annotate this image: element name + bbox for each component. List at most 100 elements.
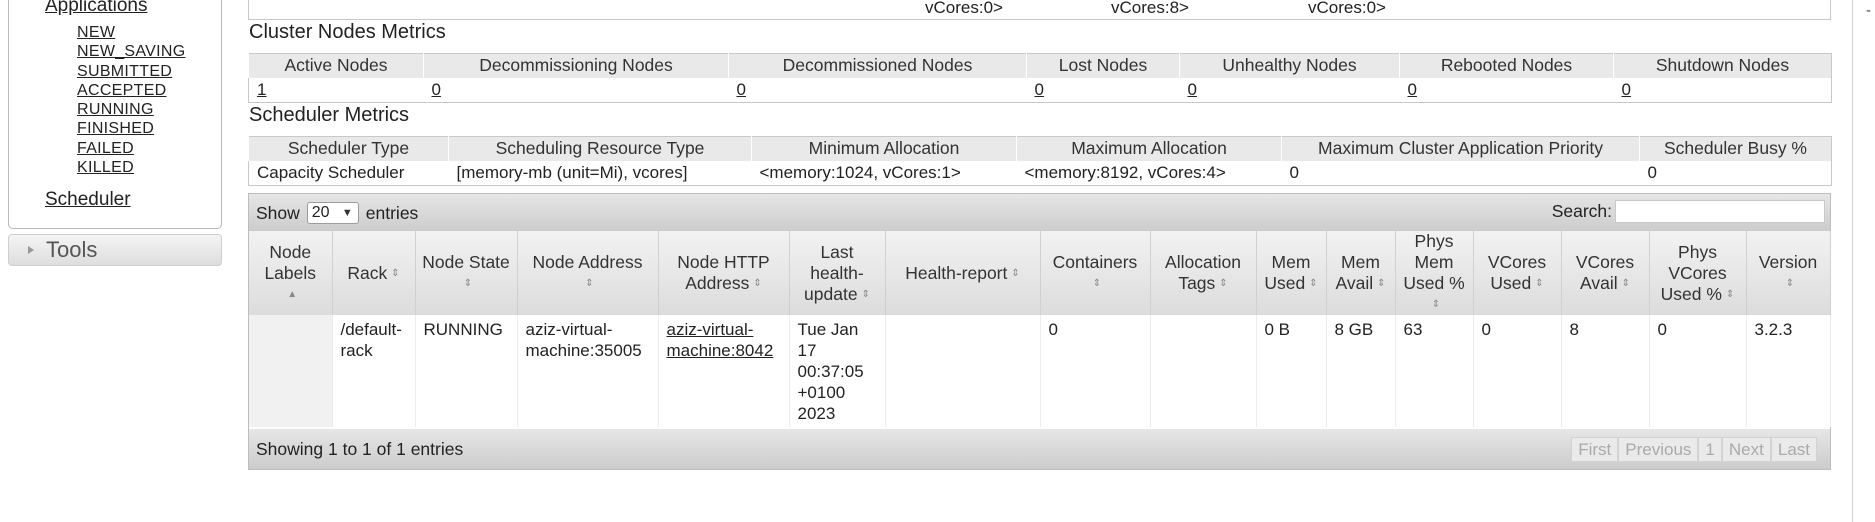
header-label: Last health-update xyxy=(804,241,864,304)
column-header-node-labels[interactable]: Node Labels ▲ xyxy=(249,231,333,315)
rebooted-nodes-link[interactable]: 0 xyxy=(1408,80,1417,99)
shutdown-nodes-link[interactable]: 0 xyxy=(1622,80,1631,99)
sort-icon: ⇕ xyxy=(1621,278,1630,290)
search-label: Search: xyxy=(1551,201,1612,221)
column-header-containers[interactable]: Containers ⇕ xyxy=(1040,231,1151,315)
header-label: Node Labels xyxy=(264,241,317,283)
nodes-table: Node Labels ▲ Rack ⇕ Node State⇕ Node Addr… xyxy=(249,231,1831,427)
column-header: Scheduling Resource Type xyxy=(448,136,752,161)
search-control: Search: xyxy=(1552,200,1825,223)
table-row: 1 0 0 0 0 0 0 xyxy=(248,77,1832,103)
column-header: Lost Nodes xyxy=(1026,53,1180,78)
header-label: Phys VCores Used % xyxy=(1660,241,1727,304)
chevron-down-icon: ▼ xyxy=(341,207,353,219)
column-header: Rebooted Nodes xyxy=(1399,53,1614,78)
sort-icon: ⇕ xyxy=(1725,288,1735,300)
sort-icon: ⇕ xyxy=(463,278,473,290)
pagination-page-button[interactable]: 1 xyxy=(1698,437,1722,462)
table-header-row: Active Nodes Decommissioning Nodes Decom… xyxy=(248,53,1832,78)
column-header-version[interactable]: Version ⇕ xyxy=(1746,231,1831,315)
table-cell: 0 xyxy=(1179,77,1400,103)
header-label: Allocation Tags xyxy=(1165,252,1241,293)
table-cell: 0 xyxy=(1026,77,1180,103)
header-label: Mem Used xyxy=(1264,252,1311,293)
column-header-vcores-avail[interactable]: VCores Avail ⇕ xyxy=(1561,231,1650,315)
table-row: /default-rack RUNNING aziz-virtual-machi… xyxy=(249,315,1831,427)
cell-node-address: aziz-virtual-machine:35005 xyxy=(517,315,659,427)
node-http-address-link[interactable]: aziz-virtual-machine:8042 xyxy=(667,320,774,360)
column-header-mem-used[interactable]: Mem Used ⇕ xyxy=(1256,231,1327,315)
datatable-footer: Showing 1 to 1 of 1 entries First Previo… xyxy=(249,429,1830,469)
entries-label: entries xyxy=(365,202,419,223)
column-header-allocation-tags[interactable]: Allocation Tags ⇕ xyxy=(1150,231,1257,315)
pagination-previous-button[interactable]: Previous xyxy=(1618,437,1699,462)
tools-section-toggle[interactable]: Tools xyxy=(8,234,222,266)
cell-rack: /default-rack xyxy=(332,315,416,427)
app-state-new-saving-link[interactable]: NEW_SAVING xyxy=(77,43,186,60)
cell-phys-mem-used-pct: 63 xyxy=(1395,315,1474,427)
column-header-last-health-update[interactable]: Last health-update ⇕ xyxy=(789,231,886,315)
app-state-item: FAILED xyxy=(77,139,186,158)
app-state-item: RUNNING xyxy=(77,100,186,119)
app-state-killed-link[interactable]: KILLED xyxy=(77,159,134,176)
vcores-value: vCores:0> xyxy=(1308,0,1386,17)
column-header-phys-vcores-used-pct[interactable]: Phys VCores Used % ⇕ xyxy=(1649,231,1747,315)
scheduler-metrics-table: Scheduler Type Scheduling Resource Type … xyxy=(248,136,1832,186)
vcores-value: vCores:8> xyxy=(1111,0,1189,17)
app-state-running-link[interactable]: RUNNING xyxy=(77,101,154,118)
vcores-value: vCores:0> xyxy=(925,0,1003,17)
column-header: Decommissioning Nodes xyxy=(423,53,729,78)
tools-label: Tools xyxy=(46,237,98,262)
column-header-vcores-used[interactable]: VCores Used ⇕ xyxy=(1473,231,1562,315)
nav-applications-link[interactable]: Applications xyxy=(45,0,147,17)
column-header-node-address[interactable]: Node Address ⇕ xyxy=(517,231,659,315)
cluster-nodes-metrics-title: Cluster Nodes Metrics xyxy=(249,21,446,43)
column-header: Unhealthy Nodes xyxy=(1179,53,1400,78)
column-header-node-http-address[interactable]: Node HTTP Address ⇕ xyxy=(658,231,790,315)
table-header-row: Node Labels ▲ Rack ⇕ Node State⇕ Node Addr… xyxy=(249,231,1831,315)
pagination-last-button[interactable]: Last xyxy=(1770,437,1817,462)
app-state-failed-link[interactable]: FAILED xyxy=(77,140,134,157)
search-input[interactable] xyxy=(1615,200,1825,223)
column-header: Active Nodes xyxy=(248,53,424,78)
nav-scheduler-link[interactable]: Scheduler xyxy=(45,189,131,211)
cell-node-http-address: aziz-virtual-machine:8042 xyxy=(658,315,790,427)
app-state-accepted-link[interactable]: ACCEPTED xyxy=(77,82,167,99)
sort-icon: ⇕ xyxy=(585,278,594,290)
edge-mark: - xyxy=(1866,2,1871,19)
app-state-finished-link[interactable]: FINISHED xyxy=(77,120,154,137)
app-state-new-link[interactable]: NEW xyxy=(77,24,115,41)
decommissioned-nodes-link[interactable]: 0 xyxy=(737,80,746,99)
pagination-first-button[interactable]: First xyxy=(1571,437,1619,462)
column-header-node-state[interactable]: Node State ⇕ xyxy=(415,231,518,315)
active-nodes-link[interactable]: 1 xyxy=(257,80,266,99)
column-header-rack[interactable]: Rack ⇕ xyxy=(332,231,416,315)
cell-version: 3.2.3 xyxy=(1746,315,1831,427)
table-cell: 0 xyxy=(1281,160,1640,186)
window-divider xyxy=(1852,0,1853,522)
column-header: Maximum Cluster Application Priority xyxy=(1281,136,1640,161)
column-header: Shutdown Nodes xyxy=(1613,53,1832,78)
column-header: Minimum Allocation xyxy=(751,136,1017,161)
decommissioning-nodes-link[interactable]: 0 xyxy=(432,80,441,99)
app-state-submitted-link[interactable]: SUBMITTED xyxy=(77,63,172,80)
entries-per-page-select[interactable]: 20 ▼ xyxy=(306,202,359,224)
header-label: Health-report xyxy=(905,262,1008,283)
column-header-phys-mem-used-pct[interactable]: Phys Mem Used % ⇕ xyxy=(1395,231,1474,315)
pagination-next-button[interactable]: Next xyxy=(1721,437,1771,462)
cluster-nodes-metrics-table: Active Nodes Decommissioning Nodes Decom… xyxy=(248,53,1832,103)
app-state-item: KILLED xyxy=(77,158,186,177)
cell-health-report xyxy=(885,315,1041,427)
lost-nodes-link[interactable]: 0 xyxy=(1035,80,1044,99)
column-header-health-report[interactable]: Health-report ⇕ xyxy=(885,231,1041,315)
app-state-list: NEW NEW_SAVING SUBMITTED ACCEPTED RUNNIN… xyxy=(77,23,186,177)
unhealthy-nodes-link[interactable]: 0 xyxy=(1188,80,1197,99)
app-state-item: FINISHED xyxy=(77,119,186,138)
app-state-item: ACCEPTED xyxy=(77,81,186,100)
column-header-mem-avail[interactable]: Mem Avail ⇕ xyxy=(1326,231,1396,315)
cell-node-state: RUNNING xyxy=(415,315,518,427)
cell-vcores-avail: 8 xyxy=(1561,315,1650,427)
cell-node-labels xyxy=(249,315,333,427)
table-cell: Capacity Scheduler xyxy=(248,160,449,186)
sort-icon: ⇕ xyxy=(1309,278,1318,290)
